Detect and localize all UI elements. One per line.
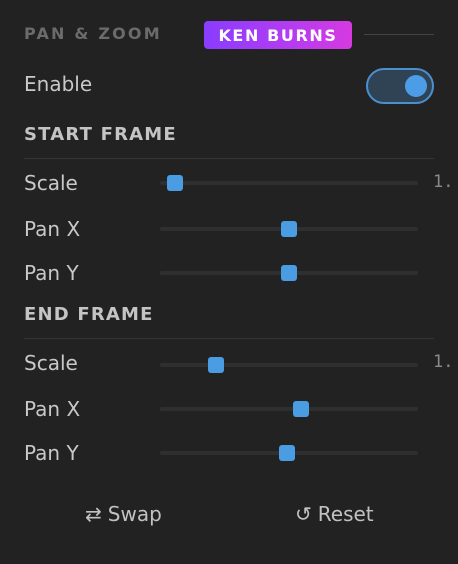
- start-pan-x-label: Pan X: [24, 217, 81, 241]
- swap-label: Swap: [107, 502, 162, 526]
- slider-track: [160, 407, 418, 411]
- end-pan-y-label: Pan Y: [24, 441, 79, 465]
- panel-header: PAN & ZOOM KEN BURNS: [24, 20, 434, 49]
- slider-track: [160, 181, 418, 185]
- end-scale-value: 1.: [433, 352, 454, 372]
- reset-label: Reset: [317, 502, 374, 526]
- enable-label: Enable: [24, 72, 93, 96]
- enable-toggle[interactable]: [366, 68, 434, 104]
- reset-button[interactable]: ↺ Reset: [295, 502, 374, 526]
- start-frame-divider: [24, 158, 434, 159]
- slider-thumb[interactable]: [293, 401, 310, 417]
- slider-thumb[interactable]: [167, 175, 184, 191]
- start-scale-label: Scale: [24, 171, 78, 195]
- ken-burns-badge: KEN BURNS: [204, 21, 352, 49]
- toggle-knob: [405, 75, 427, 97]
- end-scale-slider[interactable]: [160, 357, 418, 373]
- reset-icon: ↺: [295, 502, 312, 526]
- panel-title: PAN & ZOOM: [24, 24, 162, 43]
- header-divider: [364, 34, 434, 35]
- start-scale-value: 1.: [433, 172, 454, 192]
- slider-thumb[interactable]: [281, 265, 297, 281]
- swap-button[interactable]: ⇄ Swap: [85, 502, 162, 526]
- end-pan-x-slider[interactable]: [160, 401, 418, 417]
- slider-track: [160, 363, 418, 367]
- start-pan-y-label: Pan Y: [24, 261, 79, 285]
- slider-thumb[interactable]: [281, 221, 297, 237]
- end-scale-label: Scale: [24, 351, 78, 375]
- swap-icon: ⇄: [85, 502, 102, 526]
- end-pan-y-slider[interactable]: [160, 445, 418, 461]
- end-pan-x-label: Pan X: [24, 397, 81, 421]
- pan-zoom-panel: PAN & ZOOM KEN BURNS Enable START FRAME …: [0, 0, 458, 564]
- start-scale-slider[interactable]: [160, 175, 418, 191]
- start-frame-title: START FRAME: [24, 124, 177, 145]
- slider-thumb[interactable]: [208, 357, 225, 373]
- end-frame-divider: [24, 338, 434, 339]
- end-frame-title: END FRAME: [24, 304, 154, 325]
- start-pan-y-slider[interactable]: [160, 265, 418, 281]
- slider-thumb[interactable]: [278, 445, 295, 461]
- start-pan-x-slider[interactable]: [160, 221, 418, 237]
